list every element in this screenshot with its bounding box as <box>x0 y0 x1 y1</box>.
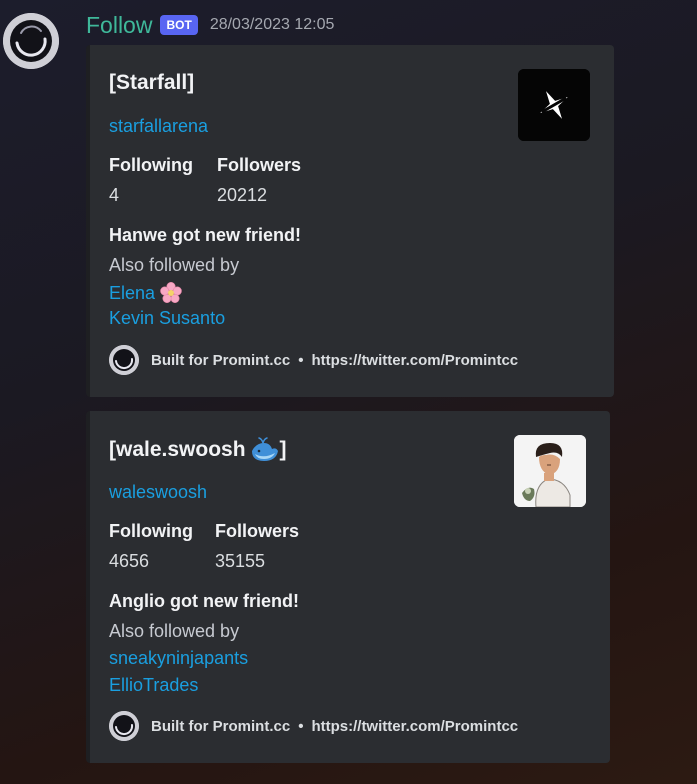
bot-badge: BOT <box>160 15 198 35</box>
person-avatar-illustration <box>514 435 586 507</box>
field-following-label: Following <box>109 155 193 175</box>
embed-headline: Anglio got new friend! <box>109 591 299 611</box>
field-followers-label: Followers <box>215 521 300 541</box>
embed-card: [Starfall] starfallarena Following 4 Fol… <box>86 45 614 397</box>
message-header: Follow BOT 28/03/2023 12:05 <box>86 10 334 40</box>
promint-logo-icon <box>109 711 139 741</box>
bot-avatar[interactable] <box>3 13 59 69</box>
cherry-blossom-icon <box>160 282 182 303</box>
embed-thumbnail[interactable] <box>514 435 586 507</box>
bot-username[interactable]: Follow <box>86 12 152 39</box>
field-followers-value: 20212 <box>217 185 268 205</box>
ring-logo-icon <box>3 13 59 69</box>
friend-link[interactable]: EllioTrades <box>109 675 198 696</box>
also-followed-label: Also followed by <box>109 621 240 641</box>
field-following-label: Following <box>109 521 193 541</box>
friend-link[interactable]: Elena <box>109 281 183 305</box>
field-followers-label: Followers <box>217 155 302 175</box>
friend-name[interactable]: Elena <box>109 283 155 304</box>
profile-link[interactable]: waleswoosh <box>109 482 207 503</box>
friend-link[interactable]: sneakyninjapants <box>109 648 248 669</box>
field-followers-value: 35155 <box>215 551 266 571</box>
whale-icon <box>251 437 278 461</box>
embed-title-end: ] <box>279 438 287 461</box>
embed-title: [Starfall] <box>109 71 195 94</box>
embed-thumbnail[interactable] <box>518 69 590 141</box>
embed-footer: Built for Promint.cc • https://twitter.c… <box>109 711 518 741</box>
embed-title: [wale.swoosh ] <box>109 437 287 463</box>
promint-logo-icon <box>109 345 139 375</box>
message-timestamp: 28/03/2023 12:05 <box>209 16 335 33</box>
field-following-value: 4 <box>109 185 120 205</box>
friend-link[interactable]: Kevin Susanto <box>109 308 225 329</box>
starfall-star-logo <box>518 69 590 141</box>
footer-link[interactable]: https://twitter.com/Promintcc <box>311 718 518 735</box>
embed-card: [wale.swoosh ] waleswoosh Following 4656… <box>86 411 610 763</box>
embed-footer: Built for Promint.cc • https://twitter.c… <box>109 345 518 375</box>
footer-link[interactable]: https://twitter.com/Promintcc <box>311 352 518 369</box>
embed-headline: Hanwe got new friend! <box>109 225 302 245</box>
profile-link[interactable]: starfallarena <box>109 116 208 137</box>
footer-text: Built for Promint.cc <box>151 351 291 369</box>
footer-separator: • <box>298 351 304 369</box>
field-following-value: 4656 <box>109 551 150 571</box>
embed-title-text: [wale.swoosh <box>109 438 246 461</box>
footer-separator: • <box>298 717 304 735</box>
footer-text: Built for Promint.cc <box>151 717 291 735</box>
also-followed-label: Also followed by <box>109 255 240 275</box>
